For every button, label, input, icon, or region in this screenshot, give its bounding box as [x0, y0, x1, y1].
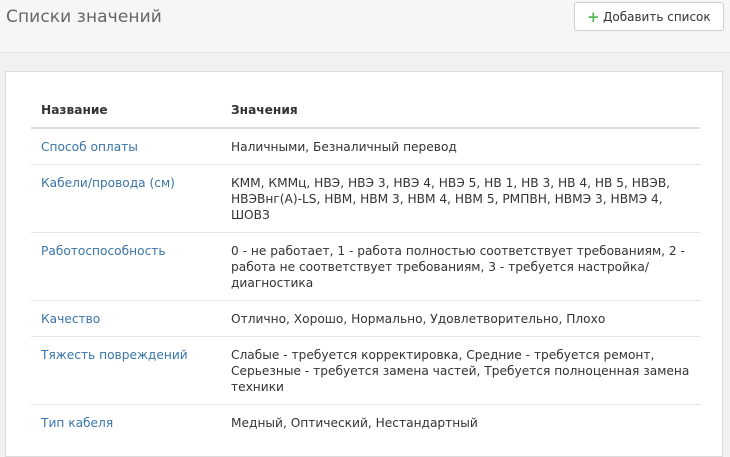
page-title: Списки значений: [6, 7, 162, 27]
list-values-cell: Медный, Оптический, Нестандартный: [231, 416, 478, 430]
page-header: Списки значений + Добавить список: [0, 0, 730, 53]
add-list-button-label: Добавить список: [603, 9, 711, 24]
table-row: Кабели/провода (см) КММ, КММц, НВЭ, НВЭ …: [31, 164, 700, 233]
list-name-cell: Кабели/провода (см): [31, 164, 221, 233]
table-row: Работоспособность 0 - не работает, 1 - р…: [31, 232, 700, 301]
add-list-button[interactable]: + Добавить список: [574, 2, 724, 31]
list-link-operability[interactable]: Работоспособность: [41, 244, 166, 258]
list-name-cell: Тип кабеля: [31, 405, 221, 441]
list-name-cell: Тяжесть повреждений: [31, 336, 221, 405]
list-link-cable-type[interactable]: Тип кабеля: [41, 416, 113, 430]
table-row: Качество Отлично, Хорошо, Нормально, Удо…: [31, 300, 700, 337]
list-link-damage-severity[interactable]: Тяжесть повреждений: [41, 348, 188, 362]
list-name-cell: Работоспособность: [31, 232, 221, 301]
list-name-cell: Качество: [31, 300, 221, 337]
list-values-cell: Слабые - требуется корректировка, Средни…: [221, 336, 700, 405]
list-values-cell: Наличными, Безналичный перевод: [221, 128, 700, 165]
list-link-quality[interactable]: Качество: [41, 312, 100, 326]
table-row: Тип кабеля Медный, Оптический, Нестандар…: [31, 405, 700, 441]
list-link-payment-method[interactable]: Способ оплаты: [41, 140, 138, 154]
list-values-cell: 0 - не работает, 1 - работа полностью со…: [221, 232, 700, 301]
list-values-cell: Отлично, Хорошо, Нормально, Удовлетворит…: [221, 300, 700, 337]
list-values-cell: КММ, КММц, НВЭ, НВЭ 3, НВЭ 4, НВЭ 5, НВ …: [221, 164, 700, 233]
column-header-name: Название: [31, 94, 221, 129]
column-header-values: Значения: [221, 94, 700, 129]
value-lists-table: Название Значения Способ оплаты Наличным…: [31, 94, 700, 440]
plus-icon: +: [587, 7, 600, 26]
table-row: Способ оплаты Наличными, Безналичный пер…: [31, 128, 700, 165]
list-name-cell: Способ оплаты: [31, 128, 221, 165]
table-header-row: Название Значения: [31, 94, 700, 129]
table-row: Тяжесть повреждений Слабые - требуется к…: [31, 336, 700, 405]
lists-panel: Название Значения Способ оплаты Наличным…: [5, 71, 723, 457]
list-link-cables[interactable]: Кабели/провода (см): [41, 176, 175, 190]
